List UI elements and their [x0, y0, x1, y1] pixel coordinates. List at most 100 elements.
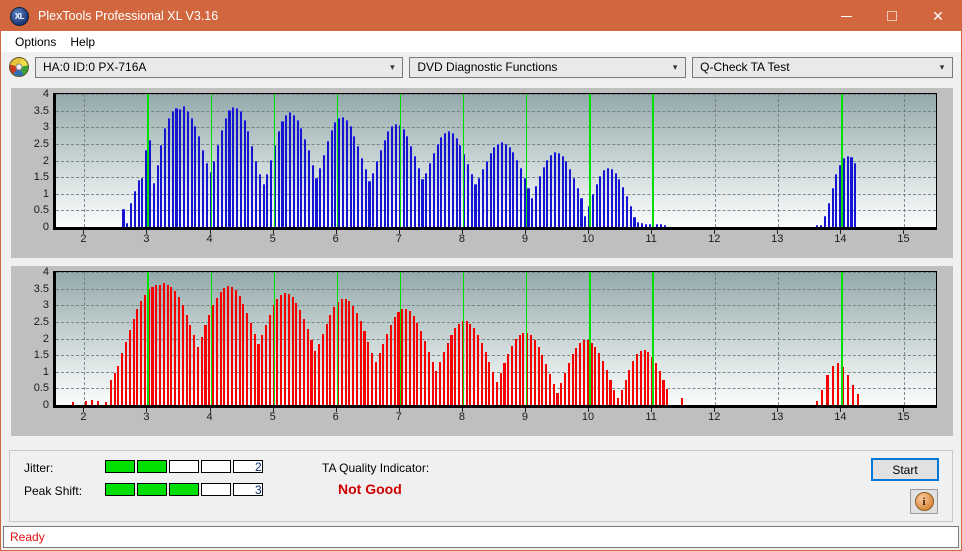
- chart-bar: [842, 157, 845, 227]
- chart-bar: [239, 111, 242, 227]
- chart-bar: [537, 346, 540, 405]
- chart-bar: [171, 111, 174, 227]
- menu-bar: Options Help: [1, 31, 961, 52]
- chart-bar: [212, 305, 215, 405]
- close-icon[interactable]: ✕: [915, 1, 961, 31]
- chart-bar: [156, 164, 159, 227]
- chart-bar: [295, 302, 298, 405]
- chart-bar: [827, 202, 830, 227]
- chart-bar: [447, 131, 451, 227]
- chart-bar: [499, 373, 502, 405]
- meter-cell: [201, 460, 231, 473]
- track-marker: [841, 94, 843, 227]
- chart-bar: [224, 117, 227, 227]
- x-tick-label: 5: [269, 411, 276, 423]
- start-button[interactable]: Start: [871, 458, 939, 481]
- chart-bar: [117, 365, 120, 405]
- chart-bar: [254, 161, 257, 227]
- chart-bar: [133, 191, 136, 227]
- menu-item-options[interactable]: Options: [8, 34, 63, 50]
- chart-bar: [190, 117, 193, 227]
- chart-bar: [474, 184, 477, 227]
- track-marker: [210, 94, 213, 227]
- chart-bar: [550, 154, 553, 227]
- chart-bar: [435, 371, 438, 405]
- chart-bar: [480, 342, 483, 405]
- chart-bar: [637, 222, 640, 227]
- chart-bar: [538, 176, 541, 227]
- chart-bar: [251, 146, 254, 227]
- chart-bar: [243, 119, 246, 227]
- chart-bar: [304, 138, 307, 227]
- results-panel: Jitter: 2 Peak Shift: 3 TA Quality Indic…: [9, 450, 953, 522]
- y-tick-label: 3.5: [33, 104, 49, 117]
- chart-bar: [595, 184, 598, 227]
- chart-bar: [345, 119, 348, 227]
- chart-bar: [624, 380, 627, 405]
- x-axis: 2 3 4 5 6 7 8 9 10 11 12 13 14 15: [55, 230, 935, 250]
- chart-bar: [155, 285, 158, 405]
- chart-bar: [268, 314, 271, 405]
- chart-bar: [132, 319, 135, 405]
- chart-bar: [851, 385, 854, 405]
- chart-bar: [576, 187, 579, 227]
- chart-bar: [253, 333, 256, 405]
- chart-bar: [121, 353, 124, 405]
- chart-bar: [247, 131, 250, 227]
- chart-bar: [204, 325, 207, 405]
- chart-bar: [391, 126, 394, 227]
- chart-bar: [446, 342, 449, 405]
- chart-bar: [444, 132, 447, 227]
- chart-bar: [416, 322, 419, 405]
- chart-bar: [412, 315, 415, 405]
- chart-bar: [628, 370, 631, 405]
- chart-bar: [666, 389, 669, 405]
- chart-bar: [389, 324, 392, 405]
- chart-bar: [232, 106, 235, 227]
- minimize-icon[interactable]: [823, 1, 869, 31]
- drive-select[interactable]: HA:0 ID:0 PX-716A ▾: [35, 56, 404, 78]
- app-logo-icon: XL: [10, 6, 29, 26]
- chart-bottom: 0 0.5 1 1.5 2 2.5 3 3.5 4 2 3 4 5 6 7 8 9 10 11 12 13 14 15: [12, 266, 952, 435]
- meter-cell: [137, 460, 167, 473]
- maximize-icon[interactable]: [869, 1, 915, 31]
- chevron-down-icon: ▾: [939, 61, 945, 72]
- chart-bar: [329, 314, 332, 405]
- chart-bar: [363, 331, 366, 405]
- grid-line: [56, 272, 936, 273]
- app-window: XL PlexTools Professional XL V3.16 ✕ Opt…: [0, 0, 962, 551]
- test-select[interactable]: Q-Check TA Test ▾: [692, 56, 953, 78]
- function-select[interactable]: DVD Diagnostic Functions ▾: [409, 56, 687, 78]
- x-tick-label: 7: [395, 233, 402, 245]
- track-marker: [147, 94, 149, 227]
- chart-bar: [821, 390, 824, 405]
- chart-bar: [533, 340, 536, 405]
- test-select-value: Q-Check TA Test: [700, 60, 790, 74]
- chart-bar: [591, 194, 594, 227]
- grid-line: [56, 288, 936, 290]
- chart-bar: [174, 291, 177, 405]
- x-tick-label: 4: [206, 411, 213, 423]
- chart-bar: [603, 170, 606, 227]
- chart-bar: [473, 327, 476, 405]
- chart-bar: [606, 167, 609, 227]
- chart-bar: [258, 174, 261, 227]
- chart-bar: [406, 136, 409, 227]
- chart-bar: [276, 298, 279, 405]
- chart-bar: [266, 174, 269, 227]
- chart-bar: [662, 380, 665, 405]
- x-tick-label: 8: [458, 233, 465, 245]
- chart-bar: [136, 309, 139, 405]
- chart-bar: [307, 150, 310, 227]
- chart-bar: [564, 373, 567, 405]
- info-button[interactable]: i: [910, 489, 938, 514]
- chart-bar: [432, 152, 435, 227]
- chart-bar: [572, 177, 575, 227]
- chart-bar: [287, 293, 290, 405]
- chart-bar: [489, 152, 492, 227]
- chart-bar: [548, 374, 551, 405]
- grid-line: [84, 94, 86, 227]
- chart-bar: [201, 149, 205, 227]
- chart-bar: [575, 347, 578, 405]
- menu-item-help[interactable]: Help: [63, 34, 102, 50]
